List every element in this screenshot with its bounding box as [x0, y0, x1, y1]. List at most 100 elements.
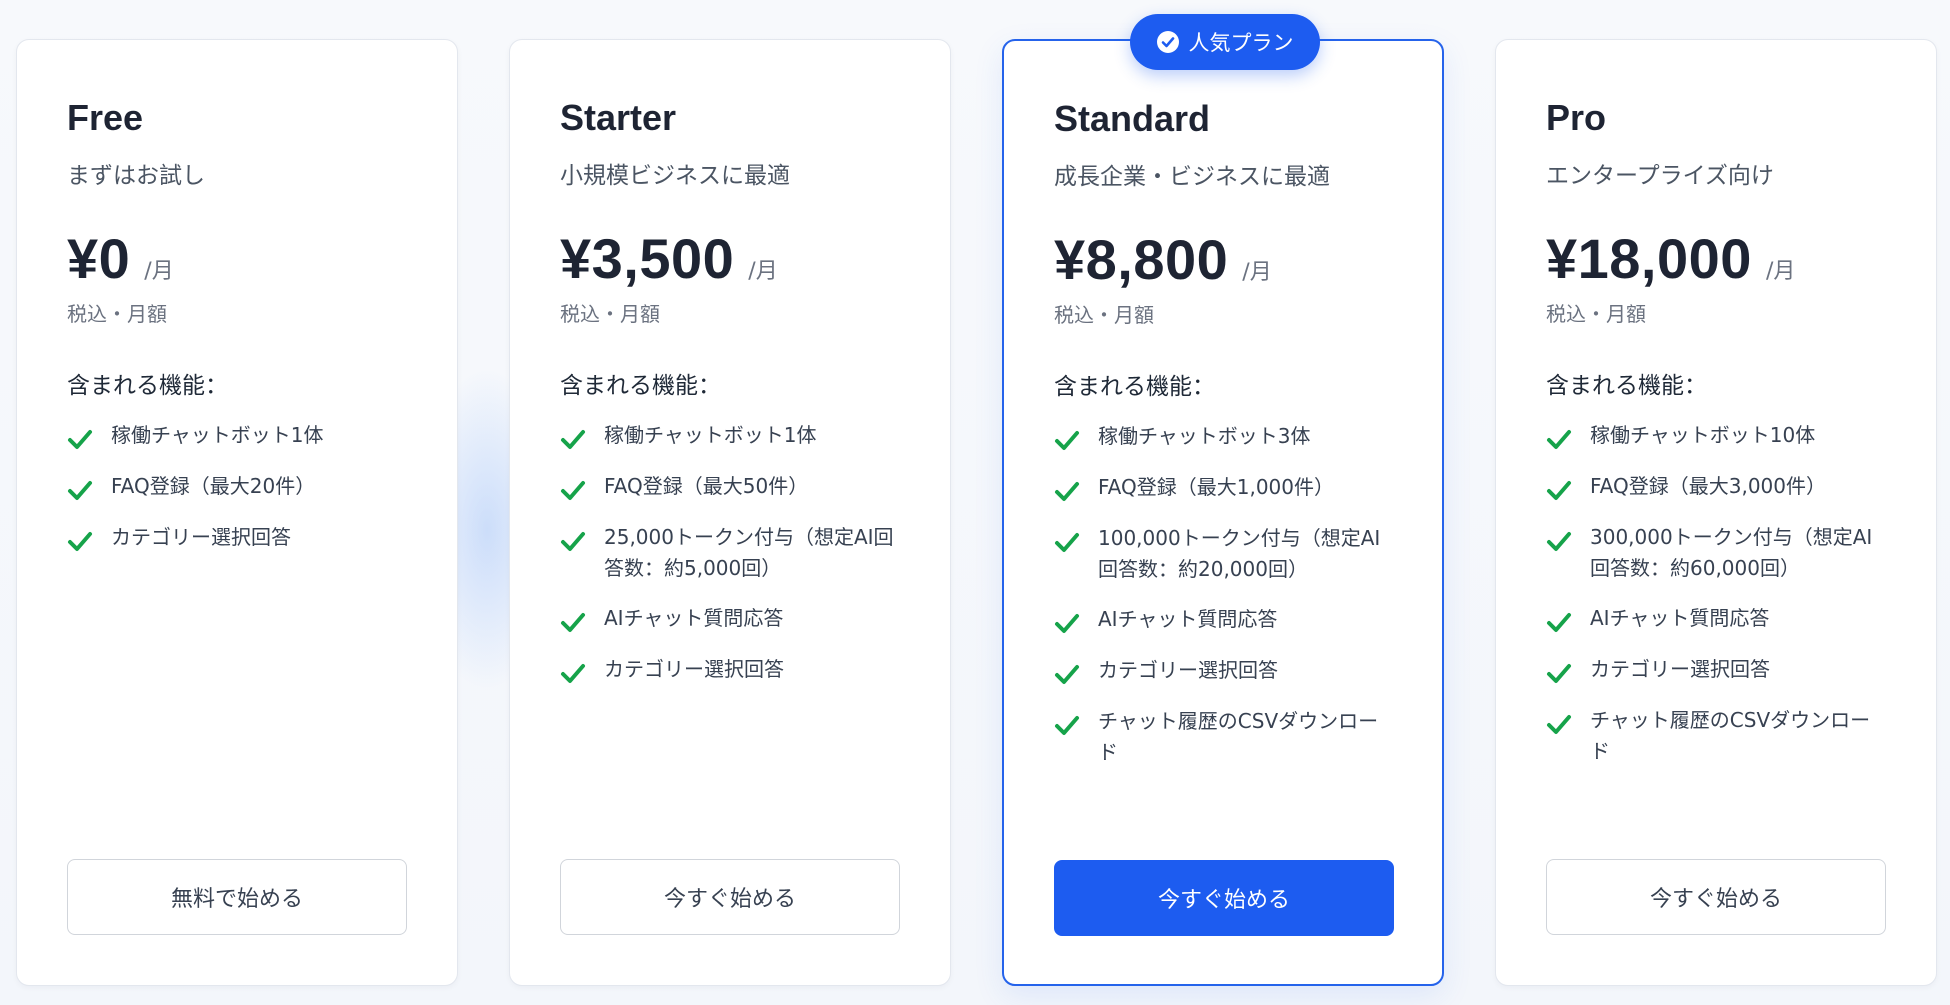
tax-note: 税込・月額 — [560, 302, 660, 326]
badge-label: 人気プラン — [1188, 31, 1294, 55]
check-icon — [560, 528, 586, 554]
feature-text: 稼働チャットボット3体 — [1098, 424, 1311, 448]
plan-tagline: 成長企業・ビジネスに最適 — [1054, 164, 1330, 190]
start-now-primary-button[interactable]: 今すぐ始める — [1054, 860, 1394, 936]
feature-item: AIチャット質問応答 — [1546, 603, 1906, 635]
features-title: 含まれる機能： — [67, 373, 228, 399]
feature-text: FAQ登録（最大50件） — [604, 474, 809, 498]
feature-item: 100,000トークン付与（想定AI回答数：約20,000回） — [1054, 523, 1414, 585]
feature-text: AIチャット質問応答 — [604, 606, 784, 630]
feature-item: カテゴリー選択回答 — [1054, 655, 1414, 687]
plan-price: ¥3,500 — [560, 227, 735, 290]
plan-name: Free — [67, 97, 144, 138]
feature-text: カテゴリー選択回答 — [1098, 658, 1278, 682]
start-now-button[interactable]: 今すぐ始める — [1546, 859, 1886, 935]
price-row: ¥0 /月 — [67, 226, 174, 291]
check-icon — [1546, 711, 1572, 737]
check-icon — [1546, 477, 1572, 503]
check-icon — [1546, 528, 1572, 554]
check-icon — [67, 426, 93, 452]
feature-text: カテゴリー選択回答 — [604, 657, 784, 681]
price-row: ¥18,000 /月 — [1546, 226, 1795, 291]
feature-item: FAQ登録（最大3,000件） — [1546, 471, 1906, 503]
check-circle-icon — [1156, 31, 1179, 53]
check-icon — [1546, 660, 1572, 686]
feature-text: 300,000トークン付与（想定AI回答数：約60,000回） — [1590, 525, 1873, 580]
plan-price: ¥0 — [67, 227, 131, 290]
check-icon — [1054, 478, 1080, 504]
feature-text: FAQ登録（最大1,000件） — [1098, 475, 1334, 499]
plan-price: ¥8,800 — [1054, 228, 1229, 291]
check-icon — [560, 477, 586, 503]
price-period: /月 — [1242, 260, 1272, 285]
feature-item: 300,000トークン付与（想定AI回答数：約60,000回） — [1546, 522, 1906, 584]
check-icon — [560, 660, 586, 686]
plan-tagline: エンタープライズ向け — [1546, 163, 1774, 189]
check-icon — [1054, 529, 1080, 555]
feature-text: AIチャット質問応答 — [1098, 607, 1278, 631]
feature-text: カテゴリー選択回答 — [111, 525, 291, 549]
feature-list: 稼働チャットボット3体 FAQ登録（最大1,000件） 100,000トークン付… — [1054, 421, 1414, 787]
feature-item: 稼働チャットボット1体 — [560, 420, 920, 452]
tax-note: 税込・月額 — [67, 302, 167, 326]
feature-item: チャット履歴のCSVダウンロード — [1546, 705, 1906, 767]
feature-item: FAQ登録（最大50件） — [560, 471, 920, 503]
feature-text: 稼働チャットボット10体 — [1590, 423, 1816, 447]
feature-item: AIチャット質問応答 — [1054, 604, 1414, 636]
feature-list: 稼働チャットボット1体 FAQ登録（最大50件） 25,000トークン付与（想定… — [560, 420, 920, 705]
check-icon — [560, 609, 586, 635]
feature-item: FAQ登録（最大20件） — [67, 471, 427, 503]
check-icon — [1054, 427, 1080, 453]
start-free-button[interactable]: 無料で始める — [67, 859, 407, 935]
feature-item: カテゴリー選択回答 — [67, 522, 427, 554]
check-icon — [1054, 610, 1080, 636]
plan-card-pro: Pro エンタープライズ向け ¥18,000 /月 税込・月額 含まれる機能： … — [1495, 39, 1937, 986]
price-row: ¥8,800 /月 — [1054, 227, 1272, 292]
feature-item: 25,000トークン付与（想定AI回答数：約5,000回） — [560, 522, 920, 584]
feature-text: チャット履歴のCSVダウンロード — [1098, 709, 1379, 764]
feature-item: 稼働チャットボット3体 — [1054, 421, 1414, 453]
plan-tagline: まずはお試し — [67, 163, 205, 189]
check-icon — [560, 426, 586, 452]
plan-name: Standard — [1054, 98, 1211, 139]
price-period: /月 — [144, 259, 174, 284]
check-icon — [1054, 661, 1080, 687]
check-icon — [67, 477, 93, 503]
feature-item: 稼働チャットボット1体 — [67, 420, 427, 452]
plan-card-standard: 人気プラン Standard 成長企業・ビジネスに最適 ¥8,800 /月 税込… — [1002, 14, 1444, 986]
feature-text: 100,000トークン付与（想定AI回答数：約20,000回） — [1098, 526, 1381, 581]
feature-item: 稼働チャットボット10体 — [1546, 420, 1906, 452]
features-title: 含まれる機能： — [1054, 374, 1215, 400]
feature-item: AIチャット質問応答 — [560, 603, 920, 635]
feature-text: FAQ登録（最大3,000件） — [1590, 474, 1826, 498]
feature-text: 25,000トークン付与（想定AI回答数：約5,000回） — [604, 525, 894, 580]
start-now-button[interactable]: 今すぐ始める — [560, 859, 900, 935]
feature-text: 稼働チャットボット1体 — [111, 423, 324, 447]
feature-text: FAQ登録（最大20件） — [111, 474, 316, 498]
price-period: /月 — [748, 259, 778, 284]
feature-text: チャット履歴のCSVダウンロード — [1590, 708, 1871, 763]
feature-item: カテゴリー選択回答 — [560, 654, 920, 686]
feature-item: チャット履歴のCSVダウンロード — [1054, 706, 1414, 768]
check-icon — [1546, 609, 1572, 635]
feature-text: 稼働チャットボット1体 — [604, 423, 817, 447]
features-title: 含まれる機能： — [560, 373, 721, 399]
feature-item: カテゴリー選択回答 — [1546, 654, 1906, 686]
plan-name: Pro — [1546, 97, 1607, 138]
plan-tagline: 小規模ビジネスに最適 — [560, 163, 790, 189]
plan-name: Starter — [560, 97, 677, 138]
plan-price: ¥18,000 — [1546, 227, 1752, 290]
check-icon — [1054, 712, 1080, 738]
plan-card-free: Free まずはお試し ¥0 /月 税込・月額 含まれる機能： 稼働チャットボッ… — [16, 39, 458, 986]
tax-note: 税込・月額 — [1054, 303, 1154, 327]
feature-text: カテゴリー選択回答 — [1590, 657, 1770, 681]
feature-item: FAQ登録（最大1,000件） — [1054, 472, 1414, 504]
feature-list: 稼働チャットボット1体 FAQ登録（最大20件） カテゴリー選択回答 — [67, 420, 427, 573]
check-icon — [1546, 426, 1572, 452]
price-period: /月 — [1765, 259, 1796, 284]
plan-card-starter: Starter 小規模ビジネスに最適 ¥3,500 /月 税込・月額 含まれる機… — [509, 39, 951, 986]
price-row: ¥3,500 /月 — [560, 226, 778, 291]
features-title: 含まれる機能： — [1546, 373, 1707, 399]
feature-list: 稼働チャットボット10体 FAQ登録（最大3,000件） 300,000トークン… — [1546, 420, 1906, 786]
feature-text: AIチャット質問応答 — [1590, 606, 1770, 630]
